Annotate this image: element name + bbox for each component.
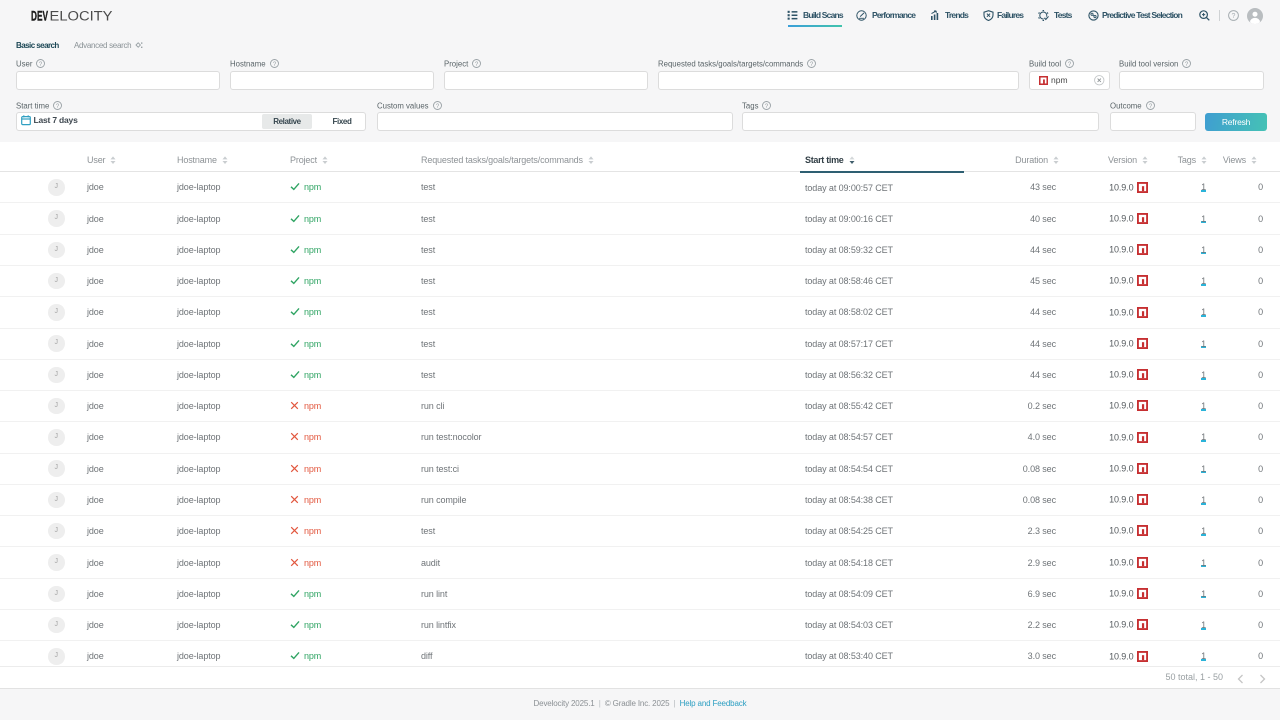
svg-text:?: ? [1232,13,1236,20]
svg-text:ELOCITY: ELOCITY [50,9,113,24]
svg-text:DEV: DEV [31,9,48,24]
